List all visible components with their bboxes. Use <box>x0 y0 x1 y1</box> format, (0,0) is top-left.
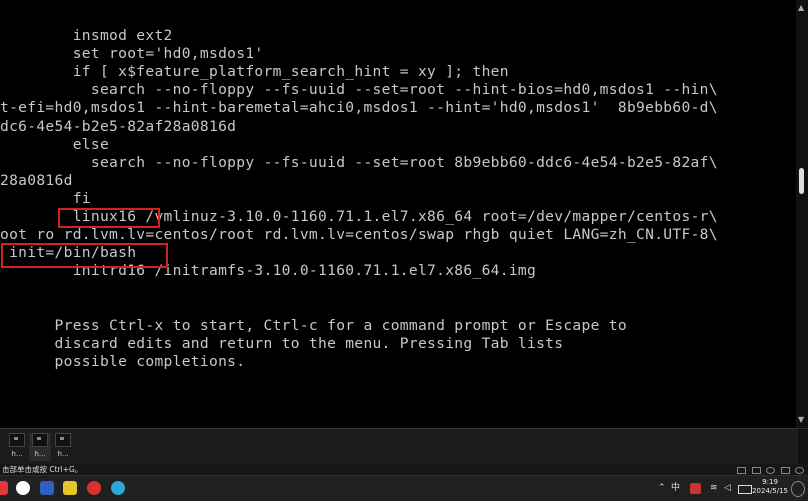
thumbnail-item[interactable]: h... <box>6 433 28 461</box>
volume-icon[interactable]: ◁ <box>724 480 731 496</box>
zoom-icon[interactable] <box>780 467 790 474</box>
terminal-line: possible completions. <box>0 352 246 370</box>
thumbnail-panel: h... h... h... <box>0 428 808 465</box>
status-bar: 击部单击或按 Ctrl+G。 <box>0 464 808 475</box>
terminal-line: Press Ctrl-x to start, Ctrl-c for a comm… <box>0 316 627 334</box>
terminal-line: dc6-4e54-b2e5-82af28a0816d <box>0 117 237 135</box>
system-clock[interactable]: 9:19 2024/5/15 <box>752 478 788 496</box>
scrollbar-thumb[interactable] <box>799 168 804 194</box>
zoom-in-icon[interactable] <box>795 467 804 474</box>
thumbnail-item[interactable]: h... <box>52 433 74 461</box>
thumbnail-label: h... <box>11 450 23 458</box>
wifi-icon[interactable]: ≋ <box>710 480 718 496</box>
terminal-line: if [ x$feature_platform_search_hint = xy… <box>0 63 509 81</box>
terminal-line: insmod ext2 <box>0 27 173 44</box>
word-icon[interactable] <box>40 481 54 495</box>
red-circle-app-icon[interactable] <box>87 481 101 495</box>
grub-edit-terminal[interactable]: insmod ext2 set root='hd0,msdos1' if [ x… <box>0 0 796 428</box>
thumbnail-preview-icon <box>55 433 71 447</box>
zoom-out-icon[interactable] <box>766 467 776 474</box>
thumbnail-label: h... <box>34 450 46 458</box>
scroll-up-arrow-icon[interactable]: ▲ <box>798 4 804 12</box>
terminal-line: set root='hd0,msdos1' <box>0 45 264 63</box>
view-icon[interactable] <box>737 467 747 474</box>
vertical-scrollbar[interactable]: ▲ ▼ <box>796 0 808 428</box>
ime-indicator[interactable]: 中 <box>671 480 680 496</box>
terminal-line: t-efi=hd0,msdos1 --hint-baremetal=ahci0,… <box>0 99 718 117</box>
wechat-icon[interactable] <box>16 481 30 495</box>
terminal-line: discard edits and return to the menu. Pr… <box>0 334 564 352</box>
notification-icon[interactable] <box>791 481 805 497</box>
terminal-line: fi <box>0 189 91 207</box>
status-text: 击部单击或按 Ctrl+G。 <box>2 465 83 474</box>
linux16-highlight-box <box>58 208 160 228</box>
thumbnail-item[interactable]: h... <box>29 433 51 461</box>
input-method-icon[interactable] <box>690 483 701 494</box>
fit-icon[interactable] <box>751 467 761 474</box>
screenshot-icon[interactable] <box>63 481 77 495</box>
panel-scrollbar[interactable] <box>798 429 808 465</box>
thumbnail-preview-icon <box>32 433 48 447</box>
terminal-line: 28a0816d <box>0 171 73 189</box>
taskbar: ⌃ 中 ≋ ◁ 9:19 2024/5/15 <box>0 475 808 501</box>
terminal-line: search --no-floppy --fs-uuid --set=root … <box>0 153 718 171</box>
terminal-line: oot ro rd.lvm.lv=centos/root rd.lvm.lv=c… <box>0 226 718 244</box>
edge-icon[interactable] <box>111 481 125 495</box>
clock-time: 9:19 <box>762 478 778 486</box>
init-bash-highlight-box <box>1 243 168 268</box>
thumbnail-preview-icon <box>9 433 25 447</box>
scroll-down-arrow-icon[interactable]: ▼ <box>798 416 804 424</box>
thumbnail-label: h... <box>57 450 69 458</box>
battery-icon[interactable] <box>738 485 752 494</box>
clock-date: 2024/5/15 <box>752 487 788 495</box>
tray-overflow-icon[interactable]: ⌃ <box>658 480 666 496</box>
terminal-line: else <box>0 135 110 153</box>
terminal-line: search --no-floppy --fs-uuid --set=root … <box>0 81 718 99</box>
red-app-icon[interactable] <box>0 481 8 495</box>
